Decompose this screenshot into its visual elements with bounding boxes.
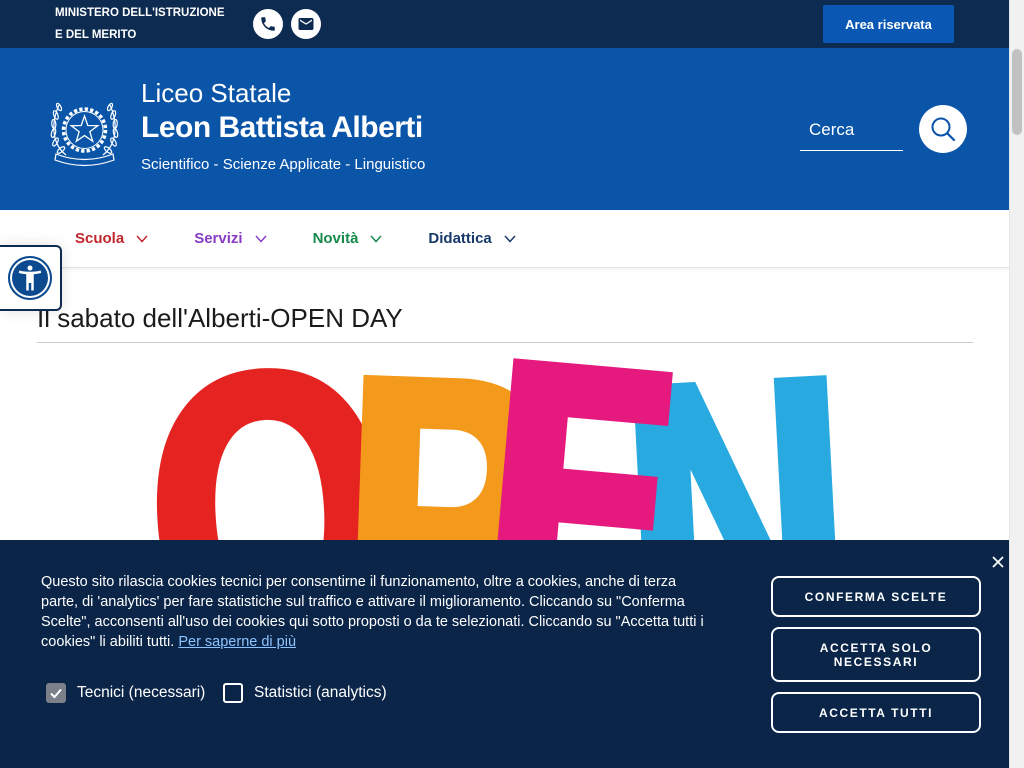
chevron-down-icon [255, 234, 267, 243]
search-label: Cerca [809, 120, 855, 139]
site-header: Liceo Statale Leon Battista Alberti Scie… [0, 48, 1009, 210]
cookie-option-analytics[interactable]: Statistici (analytics) [223, 683, 387, 703]
cookie-policy-link[interactable]: Per saperne di più [178, 634, 296, 650]
italian-republic-emblem-icon[interactable] [47, 87, 122, 171]
nav-item-servizi[interactable]: Servizi [194, 230, 267, 247]
envelope-icon [298, 18, 314, 30]
accept-all-button[interactable]: ACCETTA TUTTI [771, 692, 981, 733]
chevron-down-icon [504, 234, 516, 243]
school-tagline: Scientifico - Scienze Applicate - Lingui… [141, 156, 426, 173]
phone-button[interactable] [253, 9, 283, 39]
search-icon [931, 117, 956, 142]
checkbox-analytics[interactable] [223, 683, 243, 703]
nav-item-novita[interactable]: Novità [313, 230, 383, 247]
search-button[interactable] [919, 105, 967, 153]
title-divider [37, 342, 973, 343]
ministry-name[interactable]: MINISTERO DELL'ISTRUZIONE E DEL MERITO [55, 2, 225, 46]
school-name[interactable]: Leon Battista Alberti [141, 111, 423, 145]
cookie-message: Questo sito rilascia cookies tecnici per… [41, 572, 709, 652]
accept-necessary-button[interactable]: ACCETTA SOLO NECESSARI [771, 627, 981, 682]
confirm-choices-button[interactable]: CONFERMA SCELTE [771, 576, 981, 617]
accessibility-widget-button[interactable] [0, 245, 62, 311]
nav-item-label: Didattica [428, 230, 492, 247]
email-button[interactable] [291, 9, 321, 39]
cookie-actions: CONFERMA SCELTE ACCETTA SOLO NECESSARI A… [771, 576, 981, 733]
main-nav: Scuola Servizi Novità Didattica [0, 210, 1009, 268]
top-bar: MINISTERO DELL'ISTRUZIONE E DEL MERITO A… [0, 0, 1009, 48]
ministry-line-1[interactable]: MINISTERO DELL'ISTRUZIONE [55, 2, 225, 24]
cookie-message-text: Questo sito rilascia cookies tecnici per… [41, 574, 704, 650]
chevron-down-icon [370, 234, 382, 243]
scrollbar-thumb[interactable] [1012, 49, 1022, 135]
checkbox-technical[interactable] [46, 683, 66, 703]
reserved-area-button[interactable]: Area riservata [823, 5, 954, 43]
nav-item-label: Servizi [194, 230, 243, 247]
nav-item-label: Novità [312, 230, 359, 247]
checkbox-label: Statistici (analytics) [254, 684, 387, 701]
nav-item-didattica[interactable]: Didattica [428, 230, 516, 247]
close-icon[interactable] [991, 555, 1005, 569]
nav-item-scuola[interactable]: Scuola [75, 230, 148, 247]
phone-icon [261, 17, 275, 31]
page-title: Il sabato dell'Alberti-OPEN DAY [37, 303, 403, 333]
nav-item-label: Scuola [75, 230, 125, 247]
accessibility-badge [8, 256, 52, 300]
checkmark-icon [50, 688, 62, 699]
page-scrollbar[interactable] [1009, 0, 1024, 768]
ministry-line-2[interactable]: E DEL MERITO [55, 24, 225, 46]
cookie-banner: Questo sito rilascia cookies tecnici per… [0, 540, 1009, 768]
search-input[interactable]: Cerca [800, 110, 903, 151]
checkbox-label: Tecnici (necessari) [77, 684, 206, 701]
accessibility-icon [18, 265, 42, 291]
school-kicker[interactable]: Liceo Statale [141, 78, 291, 108]
cookie-option-technical[interactable]: Tecnici (necessari) [46, 683, 205, 703]
chevron-down-icon [136, 234, 148, 243]
